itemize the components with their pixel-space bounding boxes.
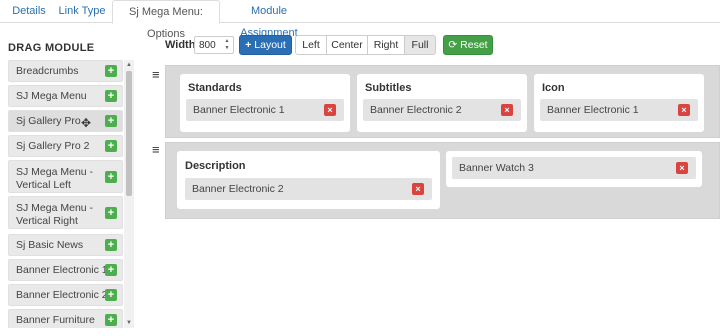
column-subtitles[interactable]: Subtitles Banner Electronic 2 × <box>357 74 527 132</box>
module-item-sj-mega-menu[interactable]: SJ Mega Menu + <box>8 85 123 107</box>
tab-details[interactable]: Details <box>8 0 50 23</box>
remove-icon[interactable]: × <box>412 183 424 195</box>
module-label: Banner Electronic 1 <box>547 104 639 116</box>
add-layout-button[interactable]: + Layout <box>239 35 292 55</box>
module-label: Banner Electronic 2 <box>192 183 284 195</box>
module-item-label: Breadcrumbs <box>16 64 79 77</box>
column-standards[interactable]: Standards Banner Electronic 1 × <box>180 74 350 132</box>
reset-button[interactable]: ⟳ Reset <box>443 35 493 55</box>
remove-icon[interactable]: × <box>324 104 336 116</box>
module-item-label: Banner Electronic 2 <box>16 288 108 301</box>
module-list-scrollbar[interactable]: ▲ ▼ <box>124 60 134 328</box>
column-untitled[interactable]: Banner Watch 3 × <box>446 151 702 187</box>
row-2-drag-handle-icon[interactable]: ≡ <box>152 143 162 156</box>
page: Details Link Type Sj Mega Menu: Options … <box>0 0 720 336</box>
column-title: Standards <box>188 82 242 94</box>
column-icon[interactable]: Icon Banner Electronic 1 × <box>534 74 704 132</box>
move-cursor-icon: ✥ <box>81 116 92 130</box>
drag-module-title: DRAG MODULE <box>8 42 95 54</box>
plus-icon[interactable]: + <box>105 239 117 251</box>
tab-bar: Details Link Type Sj Mega Menu: Options … <box>0 0 720 40</box>
row-1-drag-handle-icon[interactable]: ≡ <box>152 68 162 81</box>
module-item-banner-electronic-1[interactable]: Banner Electronic 1 + <box>8 259 123 281</box>
module-item-sj-gallery-pro[interactable]: Sj Gallery Pro ✥ + <box>8 110 123 132</box>
column-module-item[interactable]: Banner Electronic 2 × <box>363 99 521 121</box>
module-item-banner-electronic-2[interactable]: Banner Electronic 2 + <box>8 284 123 306</box>
align-right-button[interactable]: Right <box>367 35 405 55</box>
module-item-label: Sj Gallery Pro 2 <box>16 139 90 152</box>
reset-button-label: Reset <box>460 39 488 51</box>
tab-module-assignment[interactable]: Module Assignment <box>224 0 314 39</box>
remove-icon[interactable]: × <box>678 104 690 116</box>
module-label: Banner Electronic 1 <box>193 104 285 116</box>
module-label: Banner Watch 3 <box>459 162 534 174</box>
align-left-button[interactable]: Left <box>295 35 327 55</box>
column-module-item[interactable]: Banner Electronic 1 × <box>540 99 698 121</box>
refresh-icon: ⟳ <box>448 39 458 51</box>
remove-icon[interactable]: × <box>676 162 688 174</box>
layout-row-1: Standards Banner Electronic 1 × Subtitle… <box>165 65 720 138</box>
module-item-sj-mega-menu-vertical-left[interactable]: SJ Mega Menu - Vertical Left + <box>8 160 123 193</box>
module-item-label: SJ Mega Menu <box>16 89 87 102</box>
column-description[interactable]: Description Banner Electronic 2 × <box>177 151 440 209</box>
column-module-item[interactable]: Banner Electronic 2 × <box>185 178 432 200</box>
align-full-button[interactable]: Full <box>404 35 436 55</box>
module-item-label: SJ Mega Menu - Vertical Left <box>16 166 94 191</box>
module-item-banner-furniture[interactable]: Banner Furniture + <box>8 309 123 328</box>
column-title: Icon <box>542 82 565 94</box>
align-center-button[interactable]: Center <box>326 35 368 55</box>
module-item-label: SJ Mega Menu - Vertical Right <box>16 202 94 227</box>
module-item-label: Banner Electronic 1 <box>16 263 108 276</box>
width-label: Width <box>165 39 196 51</box>
module-item-sj-gallery-pro-2[interactable]: Sj Gallery Pro 2 + <box>8 135 123 157</box>
plus-icon[interactable]: + <box>105 264 117 276</box>
width-spinner-icon[interactable]: ▲ ▼ <box>222 38 232 52</box>
module-item-breadcrumbs[interactable]: Breadcrumbs + <box>8 60 123 82</box>
column-title: Subtitles <box>365 82 412 94</box>
column-module-item[interactable]: Banner Watch 3 × <box>452 157 696 179</box>
module-label: Banner Electronic 2 <box>370 104 462 116</box>
module-item-label: Sj Basic News <box>16 238 84 251</box>
plus-icon[interactable]: + <box>105 171 117 183</box>
scroll-thumb[interactable] <box>126 71 132 196</box>
plus-icon: + <box>245 39 252 51</box>
plus-icon[interactable]: + <box>105 140 117 152</box>
layout-row-2: Description Banner Electronic 2 × Banner… <box>165 142 720 219</box>
tab-link-type[interactable]: Link Type <box>56 0 108 23</box>
plus-icon[interactable]: + <box>105 115 117 127</box>
column-module-item[interactable]: Banner Electronic 1 × <box>186 99 344 121</box>
plus-icon[interactable]: + <box>105 90 117 102</box>
plus-icon[interactable]: + <box>105 207 117 219</box>
plus-icon[interactable]: + <box>105 289 117 301</box>
module-item-label: Banner Furniture <box>16 313 95 326</box>
module-item-label: Sj Gallery Pro <box>16 114 81 127</box>
scroll-down-arrow-icon[interactable]: ▼ <box>124 318 134 328</box>
plus-icon[interactable]: + <box>105 65 117 77</box>
layout-button-label: Layout <box>254 39 286 51</box>
remove-icon[interactable]: × <box>501 104 513 116</box>
scroll-up-arrow-icon[interactable]: ▲ <box>124 60 134 70</box>
tab-sj-mega-menu-options[interactable]: Sj Mega Menu: Options <box>112 0 220 40</box>
module-item-sj-basic-news[interactable]: Sj Basic News + <box>8 234 123 256</box>
plus-icon[interactable]: + <box>105 314 117 326</box>
column-title: Description <box>185 160 246 172</box>
drag-module-list: Breadcrumbs + SJ Mega Menu + Sj Gallery … <box>8 60 135 328</box>
module-item-sj-mega-menu-vertical-right[interactable]: SJ Mega Menu - Vertical Right + <box>8 196 123 229</box>
